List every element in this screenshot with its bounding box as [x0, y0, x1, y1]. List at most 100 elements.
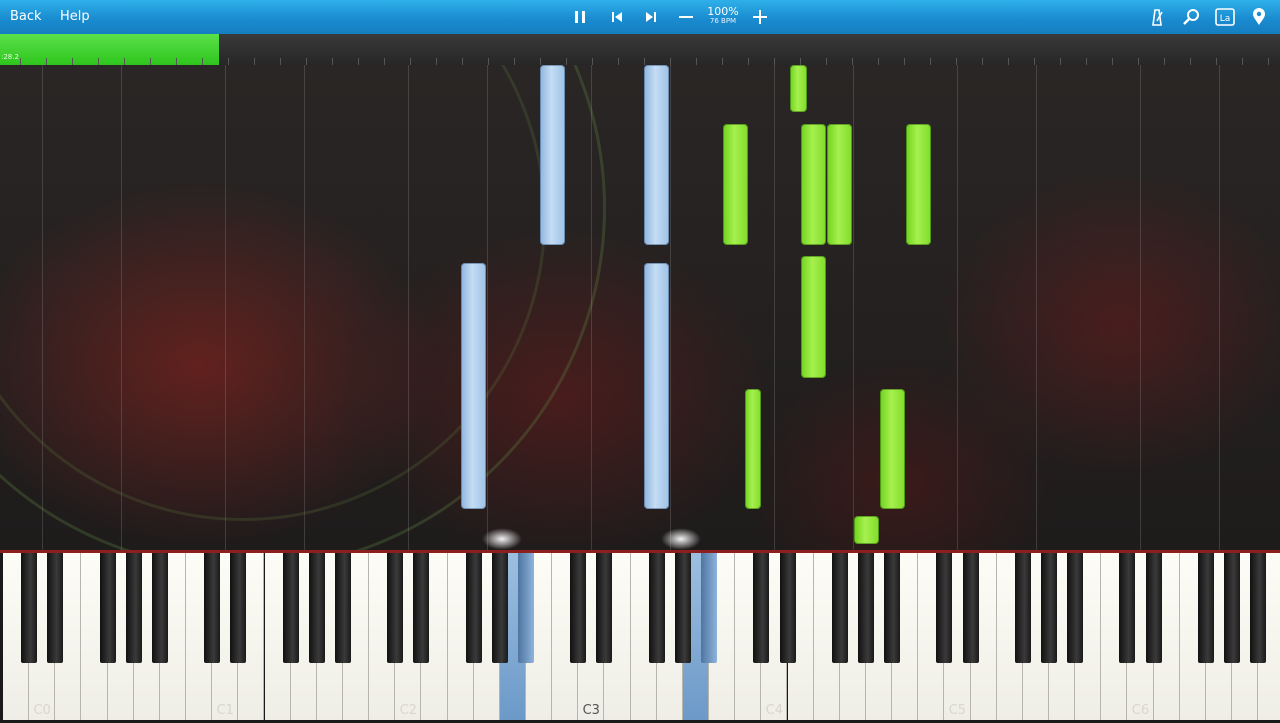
octave-line — [408, 65, 409, 550]
octave-label: C4 — [765, 703, 784, 718]
piano-keyboard[interactable]: C0 C1 C2 C3 C4 C5 C6 — [0, 550, 1280, 723]
next-icon[interactable] — [640, 6, 662, 28]
progress-tick — [722, 58, 723, 65]
left-hand-note — [461, 263, 486, 509]
black-key[interactable] — [570, 553, 587, 663]
octave-line — [1036, 65, 1037, 550]
progress-tick — [774, 58, 775, 65]
progress-bar[interactable]: :28.2 — [0, 34, 1280, 65]
black-key[interactable] — [857, 553, 874, 663]
octave-label: C5 — [948, 703, 967, 718]
right-hand-note — [906, 124, 931, 245]
search-icon[interactable] — [1180, 6, 1202, 28]
progress-tick — [826, 58, 827, 65]
black-key[interactable] — [125, 553, 142, 663]
progress-tick — [670, 58, 671, 65]
octave-line — [957, 65, 958, 550]
label-icon[interactable]: La — [1214, 6, 1236, 28]
progress-tick — [462, 58, 463, 65]
progress-tick — [1086, 58, 1087, 65]
progress-tick — [176, 58, 177, 65]
tempo-percent: 100% — [707, 5, 739, 18]
octave-line — [1140, 65, 1141, 550]
octave-line — [304, 65, 305, 550]
minus-icon[interactable] — [675, 6, 697, 28]
black-key[interactable] — [701, 553, 718, 663]
octave-line — [42, 65, 43, 550]
octave-label: C6 — [1131, 703, 1150, 718]
right-hand-note — [745, 389, 761, 509]
black-key[interactable] — [1197, 553, 1214, 663]
label-badge: La — [1220, 14, 1231, 24]
progress-tick — [618, 58, 619, 65]
black-key[interactable] — [1224, 553, 1241, 663]
progress-tick — [566, 58, 567, 65]
progress-tick — [800, 58, 801, 65]
black-key[interactable] — [21, 553, 38, 663]
progress-tick — [930, 58, 931, 65]
right-hand-note — [880, 389, 905, 509]
progress-tick — [1060, 58, 1061, 65]
progress-fill — [0, 34, 219, 65]
black-key[interactable] — [518, 553, 534, 663]
octave-line — [487, 65, 488, 550]
black-key[interactable] — [282, 553, 299, 663]
pause-icon[interactable] — [569, 6, 591, 28]
black-key[interactable] — [151, 553, 168, 663]
black-key[interactable] — [47, 553, 64, 663]
black-key[interactable] — [1014, 553, 1031, 663]
black-key[interactable] — [413, 553, 430, 663]
black-key[interactable] — [308, 553, 325, 663]
progress-tick — [410, 58, 411, 65]
black-key[interactable] — [387, 553, 404, 663]
progress-tick — [540, 58, 541, 65]
octave-label: C3 — [582, 703, 600, 718]
tempo-display: 100% 76 BPM — [705, 6, 741, 25]
left-hand-note — [644, 263, 669, 509]
plus-icon[interactable] — [749, 6, 771, 28]
octave-label: C0 — [33, 703, 51, 718]
black-key[interactable] — [491, 553, 508, 663]
black-key[interactable] — [230, 553, 247, 663]
black-key[interactable] — [884, 553, 901, 663]
black-key[interactable] — [648, 553, 665, 663]
help-button[interactable]: Help — [60, 9, 90, 24]
black-key[interactable] — [1067, 553, 1084, 663]
tempo-bpm: 76 BPM — [709, 17, 737, 25]
back-button[interactable]: Back — [10, 9, 42, 24]
metronome-icon[interactable] — [1146, 6, 1168, 28]
progress-tick — [384, 58, 385, 65]
progress-tick — [46, 58, 47, 65]
progress-tick — [124, 58, 125, 65]
black-key[interactable] — [1145, 553, 1162, 663]
black-key[interactable] — [596, 553, 613, 663]
progress-tick — [1034, 58, 1035, 65]
octave-label: C1 — [216, 703, 234, 718]
progress-tick — [592, 58, 593, 65]
progress-tick — [72, 58, 73, 65]
black-key[interactable] — [1250, 553, 1267, 663]
black-key[interactable] — [1119, 553, 1136, 663]
black-key[interactable] — [1041, 553, 1057, 663]
progress-tick — [644, 58, 645, 65]
progress-tick — [332, 58, 333, 65]
right-hand-note — [801, 124, 826, 245]
progress-tick — [904, 58, 905, 65]
progress-tick — [1112, 58, 1113, 65]
progress-tick — [280, 58, 281, 65]
black-key[interactable] — [962, 553, 979, 663]
black-key[interactable] — [465, 553, 482, 663]
black-key[interactable] — [936, 553, 953, 663]
black-key[interactable] — [674, 553, 691, 663]
black-key[interactable] — [334, 553, 351, 663]
black-key[interactable] — [204, 553, 221, 663]
black-key[interactable] — [753, 553, 770, 663]
black-key[interactable] — [831, 553, 848, 663]
location-pin-icon[interactable] — [1248, 6, 1270, 28]
octave-line — [1219, 65, 1220, 550]
previous-icon[interactable] — [606, 6, 628, 28]
progress-tick — [1268, 58, 1269, 65]
black-key[interactable] — [99, 553, 116, 663]
black-key[interactable] — [779, 553, 796, 663]
progress-tick — [852, 58, 853, 65]
